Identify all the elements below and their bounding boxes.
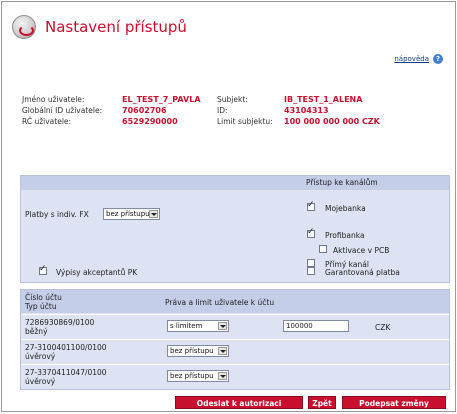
window-frame: Nastavení přístupů nápověda ? Jméno uživ…	[1, 1, 456, 412]
chevron-down-icon	[218, 322, 227, 330]
account-type: úvěrový	[25, 377, 56, 386]
limit-input-value: 100000	[286, 322, 313, 330]
rights-select-value: bez přístupu	[170, 372, 214, 380]
subject-label: Subjekt:	[217, 95, 248, 104]
table-row: 27-3370411047/0100 úvěrový bez přístupu	[21, 364, 449, 389]
help-section: nápověda ?	[394, 54, 443, 64]
limit-input[interactable]: 100000	[283, 320, 349, 332]
accounts-header: Číslo účtu Typ účtu Práva a limit uživat…	[21, 290, 449, 313]
checkbox-mojebanka-label: Mojebanka	[325, 204, 366, 213]
global-id-value: 70602706	[122, 106, 167, 115]
limit-label: Limit subjektu:	[217, 117, 273, 126]
account-type: úvěrový	[25, 352, 56, 361]
checkbox-profibanka-label: Profibanka	[325, 231, 365, 240]
chevron-down-icon	[218, 372, 227, 380]
checkbox-mojebanka[interactable]	[307, 200, 315, 211]
checkbox-guaranteed-label: Garantovaná platba	[325, 268, 400, 277]
table-row: 27-3100401100/0100 úvěrový bez přístupu	[21, 339, 449, 364]
page-header: Nastavení přístupů	[12, 15, 187, 39]
fx-select-value: bez přístupu	[106, 210, 150, 218]
question-icon[interactable]: ?	[433, 54, 443, 64]
limit-value: 100 000 000 000 CZK	[284, 117, 380, 126]
id-label: ID:	[217, 106, 228, 115]
channels-header: Přístup ke kanálům	[21, 176, 449, 190]
rc-value: 6529290000	[122, 117, 178, 126]
currency-label: CZK	[375, 323, 391, 332]
checkbox-profibanka[interactable]	[307, 227, 315, 238]
sign-changes-button[interactable]: Podepsat změny	[342, 396, 446, 409]
rights-select[interactable]: bez přístupu	[167, 370, 229, 382]
username-value: EL_TEST_7_PAVLA	[122, 95, 201, 104]
col-rights: Práva a limit uživatele k účtu	[165, 298, 275, 307]
back-button[interactable]: Zpět	[308, 396, 336, 409]
account-number: 27-3370411047/0100	[25, 368, 107, 377]
chevron-down-icon	[218, 347, 227, 355]
rights-select[interactable]: s limitem	[167, 320, 229, 332]
channels-title: Přístup ke kanálům	[306, 178, 378, 187]
col-type: Typ účtu	[25, 302, 57, 311]
rc-label: RČ uživatele:	[22, 117, 72, 126]
fx-select[interactable]: bez přístupu	[103, 208, 160, 220]
logo-icon	[12, 15, 36, 39]
send-for-authorization-button[interactable]: Odeslat k autorizaci	[175, 396, 303, 409]
col-account: Číslo účtu	[25, 293, 62, 302]
help-link[interactable]: nápověda	[394, 55, 429, 63]
rights-select[interactable]: bez přístupu	[167, 345, 229, 357]
checkbox-statements-label: Výpisy akceptantů PK	[56, 268, 138, 277]
account-type: běžný	[25, 327, 48, 336]
username-label: Jméno uživatele:	[22, 95, 85, 104]
checkbox-pcb-label: Aktivace v PCB	[333, 246, 390, 255]
fx-label: Platby s indiv. FX	[25, 210, 89, 219]
subject-value: IB_TEST_1_ALENA	[284, 95, 363, 104]
channels-panel: Přístup ke kanálům Platby s indiv. FX be…	[20, 175, 450, 283]
checkbox-statements[interactable]	[39, 264, 47, 275]
table-row: 7286930869/0100 běžný s limitem 100000 C…	[21, 314, 449, 339]
rights-select-value: s limitem	[170, 322, 203, 330]
account-number: 7286930869/0100	[25, 318, 95, 327]
global-id-label: Globální ID uživatele:	[22, 106, 103, 115]
checkbox-guaranteed[interactable]	[307, 267, 315, 275]
user-info: Jméno uživatele: EL_TEST_7_PAVLA Subjekt…	[22, 95, 452, 128]
accounts-panel: Číslo účtu Typ účtu Práva a limit uživat…	[20, 289, 450, 390]
page-title: Nastavení přístupů	[45, 18, 187, 36]
rights-select-value: bez přístupu	[170, 347, 214, 355]
id-value: 43104313	[284, 106, 329, 115]
account-number: 27-3100401100/0100	[25, 343, 107, 352]
checkbox-pcb[interactable]	[319, 245, 327, 253]
chevron-down-icon	[149, 210, 158, 218]
checkbox-direct[interactable]	[307, 259, 315, 267]
